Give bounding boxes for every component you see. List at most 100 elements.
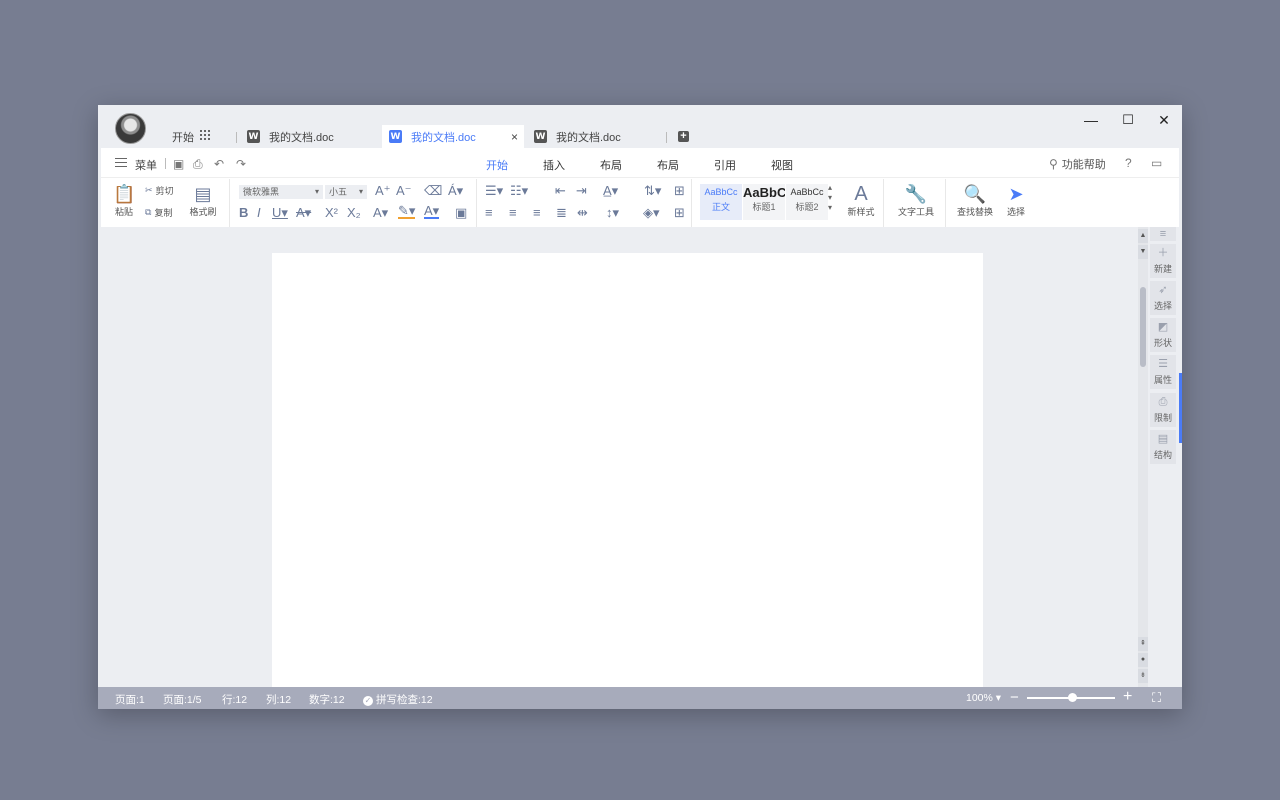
close-tab-icon[interactable]: × — [511, 130, 518, 144]
side-new-button[interactable]: ＋ 新建 — [1150, 244, 1176, 278]
zoom-select[interactable]: 100% ▾ — [966, 692, 1001, 704]
new-tab-button[interactable]: + — [678, 131, 689, 142]
bullet-list-icon[interactable]: ☰▾ — [485, 183, 503, 199]
layout-panel-icon[interactable]: ▭ — [1151, 156, 1162, 170]
tab-layout-2[interactable]: 布局 — [657, 157, 679, 173]
menu-button[interactable]: 菜单 — [135, 157, 157, 173]
apps-grid-icon[interactable] — [200, 130, 210, 140]
vertical-scrollbar[interactable]: ▲ ▼ ⇞ ● ⇟ — [1138, 227, 1148, 687]
new-style-icon: A — [854, 183, 868, 205]
shading-icon[interactable]: ◈▾ — [643, 205, 660, 221]
zoom-slider-handle[interactable] — [1068, 693, 1077, 702]
browse-object-icon[interactable]: ● — [1138, 653, 1148, 667]
side-restrict-button[interactable]: ⎙ 限制 — [1150, 393, 1176, 427]
style-sample: AaBbCc — [790, 187, 824, 197]
font-group: 微软雅黑 小五 A⁺ A⁻ ⌫ Á▾ B I U▾ A▾ X² X₂ A▾ ✎▾… — [232, 179, 477, 227]
status-bar: 页面:1 页面:1/5 行:12 列:12 数字:12 ✓ 拼写检查:12 100… — [98, 687, 1182, 709]
cut-button[interactable]: ✂ 剪切 — [145, 184, 174, 197]
align-right-icon[interactable]: ≡ — [533, 205, 541, 220]
numbered-list-icon[interactable]: ☷▾ — [510, 183, 528, 199]
minimize-button[interactable]: — — [1084, 113, 1098, 127]
tab-home[interactable]: 开始 — [486, 157, 508, 173]
tab-insert[interactable]: 插入 — [543, 157, 565, 173]
shrink-font-icon[interactable]: A⁻ — [396, 183, 412, 199]
find-replace-button[interactable]: 🔍 查找替换 — [952, 183, 998, 218]
decrease-indent-icon[interactable]: ⇤ — [555, 183, 566, 199]
style-scroll-icon[interactable]: ▴ ▾ ▾ — [828, 183, 832, 213]
home-label[interactable]: 开始 — [172, 129, 194, 145]
question-icon[interactable]: ? — [1125, 156, 1132, 170]
zoom-in-button[interactable]: + — [1123, 688, 1132, 706]
zoom-out-button[interactable]: − — [1010, 689, 1019, 706]
copy-button[interactable]: ⧉ 复制 — [145, 206, 172, 219]
hamburger-icon[interactable] — [115, 158, 127, 167]
font-color-icon[interactable]: A▾ — [424, 204, 440, 219]
plus-icon: ＋ — [1157, 247, 1169, 259]
find-replace-label: 查找替换 — [956, 207, 993, 217]
text-effect-icon[interactable]: A▾ — [373, 205, 388, 221]
clear-format-icon[interactable]: ⌫ — [424, 183, 442, 199]
cut-label: 剪切 — [155, 186, 174, 196]
style-normal[interactable]: AaBbCc 正文 — [700, 184, 742, 220]
distribute-icon[interactable]: ⇹ — [577, 205, 588, 221]
format-painter-button[interactable]: ▤ 格式刷 — [188, 183, 218, 218]
avatar[interactable] — [115, 113, 146, 144]
side-menu-button[interactable]: ≡ — [1150, 227, 1176, 241]
tab-references[interactable]: 引用 — [714, 157, 736, 173]
superscript-icon[interactable]: X² — [325, 205, 338, 220]
select-button[interactable]: ➤ 选择 — [1002, 183, 1030, 218]
maximize-button[interactable]: ☐ — [1121, 113, 1135, 127]
new-style-button[interactable]: A 新样式 — [842, 183, 880, 218]
style-heading-2[interactable]: AaBbCc 标题2 — [786, 184, 828, 220]
scroll-down-icon[interactable]: ▼ — [1138, 245, 1148, 259]
border-icon[interactable]: ⊞ — [674, 205, 685, 221]
font-size-select[interactable]: 小五 — [325, 185, 367, 199]
increase-indent-icon[interactable]: ⇥ — [576, 183, 587, 199]
line-spacing-icon[interactable]: ↕▾ — [606, 205, 619, 221]
tab-label: 我的文档.doc — [269, 131, 334, 144]
scroll-thumb[interactable] — [1140, 287, 1146, 367]
justify-icon[interactable]: ≣ — [556, 205, 567, 221]
paste-button[interactable]: 📋 粘贴 — [113, 183, 135, 218]
grow-font-icon[interactable]: A⁺ — [375, 183, 391, 199]
subscript-icon[interactable]: X₂ — [347, 205, 361, 220]
status-pages: 页面:1/5 — [163, 694, 202, 706]
side-structure-button[interactable]: ▤ 结构 — [1150, 430, 1176, 464]
bold-icon[interactable]: B — [239, 205, 248, 220]
undo-icon[interactable]: ↶ — [214, 157, 224, 171]
scroll-up-icon[interactable]: ▲ — [1138, 229, 1148, 243]
close-window-button[interactable]: ✕ — [1157, 113, 1171, 127]
underline-icon[interactable]: U▾ — [272, 205, 288, 221]
font-name-select[interactable]: 微软雅黑 — [239, 185, 323, 199]
side-properties-button[interactable]: ☰ 属性 — [1150, 355, 1176, 389]
fullscreen-icon[interactable]: ⛶ — [1152, 690, 1161, 706]
tab-document-1[interactable]: W 我的文档.doc — [245, 125, 382, 148]
tab-document-2[interactable]: W 我的文档.doc × — [382, 125, 524, 148]
side-shape-button[interactable]: ◩ 形状 — [1150, 318, 1176, 352]
strikethrough-icon[interactable]: A▾ — [296, 205, 311, 221]
print-icon[interactable]: ⎙ — [193, 157, 203, 172]
side-select-button[interactable]: ➶ 选择 — [1150, 281, 1176, 315]
table-grid-icon[interactable]: ⊞ — [674, 183, 685, 199]
char-shading-icon[interactable]: ▣ — [455, 205, 467, 221]
style-heading-1[interactable]: AaBbC 标题1 — [743, 184, 785, 220]
text-direction-icon[interactable]: A̲▾ — [603, 183, 618, 199]
tab-layout[interactable]: 布局 — [600, 157, 622, 173]
tab-document-3[interactable]: W 我的文档.doc — [532, 125, 669, 148]
phonetic-icon[interactable]: Á▾ — [448, 183, 463, 199]
prev-page-icon[interactable]: ⇞ — [1138, 637, 1148, 651]
tab-view[interactable]: 视图 — [771, 157, 793, 173]
italic-icon[interactable]: I — [257, 205, 261, 220]
sort-icon[interactable]: ⇅▾ — [644, 183, 661, 199]
align-center-icon[interactable]: ≡ — [509, 205, 517, 220]
help-button[interactable]: ⚲ 功能帮助 — [1049, 156, 1106, 172]
redo-icon[interactable]: ↷ — [236, 157, 246, 171]
spell-check-status[interactable]: ✓ 拼写检查:12 — [363, 692, 433, 707]
text-tools-button[interactable]: 🔧 文字工具 — [892, 183, 940, 218]
document-page[interactable] — [272, 253, 983, 687]
align-left-icon[interactable]: ≡ — [485, 205, 493, 220]
save-icon[interactable]: ▣ — [173, 157, 184, 171]
next-page-icon[interactable]: ⇟ — [1138, 669, 1148, 683]
cursor-icon: ➤ — [1008, 184, 1024, 204]
highlight-icon[interactable]: ✎▾ — [398, 204, 416, 219]
